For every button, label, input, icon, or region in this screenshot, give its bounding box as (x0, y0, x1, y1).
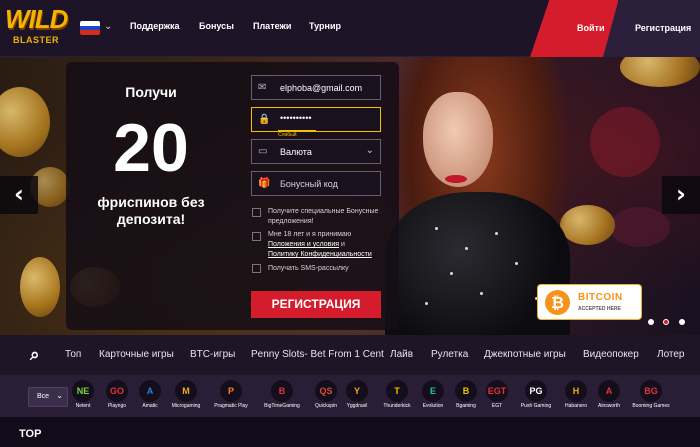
category-roulette[interactable]: Рулетка (431, 349, 468, 360)
category-videopoker[interactable]: Видеопокер (583, 349, 639, 360)
cash-icon: ▭ (258, 146, 268, 157)
bitcoin-accepted-badge: ₿ BITCOIN ACCEPTED HERE (537, 284, 642, 320)
category-btc-games[interactable]: BTC-игры (190, 349, 235, 360)
provider-logo-icon: T (386, 380, 408, 402)
terms-checkbox[interactable] (252, 232, 261, 241)
carousel-next-button[interactable]: › (662, 176, 700, 214)
category-bar: ⌕ Топ Карточные игры BTC-игры Penny Slot… (0, 335, 700, 375)
provider-booming-games[interactable]: BG Booming Games (631, 380, 671, 409)
sms-checkbox[interactable] (252, 264, 261, 273)
email-field[interactable]: ✉ elphoba@gmail.com (251, 75, 381, 100)
provider-logo-icon: M (175, 380, 197, 402)
terms-checkbox-label: Мне 18 лет и я принимаю Положения и усло… (268, 231, 372, 258)
gold-coin (620, 57, 700, 87)
nav-support[interactable]: Поддержка (130, 21, 180, 31)
provider-logo-icon: PG (525, 380, 547, 402)
bitcoin-badge-subtitle: ACCEPTED HERE (578, 306, 621, 312)
promo-freespins-count: 20 (113, 110, 189, 186)
login-button[interactable]: Войти (530, 0, 618, 57)
providers-bar: Все ⌄ NE Netent GO Playngo A Amatic M Microgami… (0, 375, 700, 417)
provider-logo-icon: H (565, 380, 587, 402)
category-card-games[interactable]: Карточные игры (99, 349, 174, 360)
provider-logo-icon: P (220, 380, 242, 402)
carousel-dot-active[interactable] (663, 319, 669, 325)
register-button-label: Регистрация (635, 23, 692, 33)
provider-logo-icon: GO (106, 380, 128, 402)
password-field[interactable]: 🔒 •••••••••• (251, 107, 381, 132)
provider-logo-icon: EGT (486, 380, 508, 402)
carousel-dot[interactable] (648, 319, 654, 325)
terms-link[interactable]: Положения и условия (268, 241, 339, 248)
logo-word-blaster: BLASTER (13, 35, 59, 45)
provider-logo-icon: A (139, 380, 161, 402)
promo-get-label: Получи (125, 84, 177, 100)
search-icon[interactable]: ⌕ (30, 345, 40, 365)
category-jackpot[interactable]: Джекпотные игры (484, 349, 566, 360)
nav-bonuses[interactable]: Бонусы (199, 21, 234, 31)
section-title: TOP (19, 428, 42, 440)
gold-coin (20, 257, 60, 317)
password-strength-label: Слабый (278, 132, 297, 138)
provider-logo-icon: Y (346, 380, 368, 402)
offers-checkbox[interactable] (252, 208, 261, 217)
bokeh-light (590, 107, 660, 177)
carousel-prev-button[interactable]: ‹ (0, 176, 38, 214)
chevron-down-icon: ⌄ (56, 391, 63, 400)
logo-word-wild: WILD (5, 4, 68, 34)
provider-logo-icon: QS (315, 380, 337, 402)
nav-payments[interactable]: Платежи (253, 21, 291, 31)
currency-select[interactable]: ▭ Валюта ⌄ (251, 139, 381, 164)
header: WILD BLASTER ⌄ Поддержка Бонусы Платежи … (0, 0, 700, 57)
russia-flag-icon (80, 21, 100, 35)
provider-logo-icon: BG (640, 380, 662, 402)
provider-logo-icon: NE (72, 380, 94, 402)
chevron-down-icon: ⌄ (104, 21, 113, 32)
provider-pragmatic-play[interactable]: P Pragmatic Play (211, 380, 251, 409)
password-value: •••••••••• (280, 113, 312, 123)
currency-label: Валюта (280, 147, 312, 157)
privacy-link[interactable]: Политику Конфиденциальности (268, 251, 372, 258)
category-live[interactable]: Лайв (390, 349, 413, 360)
provider-label: Booming Games (632, 403, 670, 409)
bonus-code-placeholder: Бонусный код (280, 179, 338, 189)
provider-microgaming[interactable]: M Microgaming (166, 380, 206, 409)
bokeh-light (610, 207, 670, 247)
category-top[interactable]: Топ (65, 349, 81, 360)
provider-logo-icon: A (598, 380, 620, 402)
logo[interactable]: WILD BLASTER (5, 4, 68, 52)
bitcoin-badge-title: BITCOIN (578, 292, 623, 303)
login-button-label: Войти (577, 23, 605, 33)
category-lottery[interactable]: Лотер (657, 349, 685, 360)
bonus-code-field[interactable]: 🎁 Бонусный код (251, 171, 381, 196)
provider-logo-icon: B (455, 380, 477, 402)
providers-select-value: Все (37, 393, 50, 400)
bitcoin-icon: ₿ (545, 290, 570, 315)
provider-logo-icon: E (422, 380, 444, 402)
carousel-dot[interactable] (679, 319, 685, 325)
promo-freespins-text: фриспинов без депозита! (97, 194, 205, 227)
envelope-icon: ✉ (258, 82, 267, 93)
language-selector[interactable]: ⌄ (80, 21, 114, 35)
gift-icon: 🎁 (258, 178, 271, 189)
chevron-down-icon: ⌄ (365, 145, 374, 156)
offers-checkbox-label: Получите специальные Бонусные предложени… (268, 208, 379, 225)
lock-icon: 🔒 (258, 114, 271, 125)
gold-coin (0, 87, 50, 157)
email-value: elphoba@gmail.com (280, 83, 363, 93)
header-register-button[interactable]: Регистрация (603, 0, 700, 57)
register-submit-button[interactable]: РЕГИСТРАЦИЯ (251, 291, 381, 318)
category-penny-slots[interactable]: Penny Slots- Bet From 1 Cent (251, 349, 384, 360)
sms-checkbox-label: Получать SMS-рассылку (268, 265, 349, 272)
page: WILD BLASTER ⌄ Поддержка Бонусы Платежи … (0, 0, 700, 447)
nav-tournament[interactable]: Турнир (309, 21, 341, 31)
provider-logo-icon: B (271, 380, 293, 402)
